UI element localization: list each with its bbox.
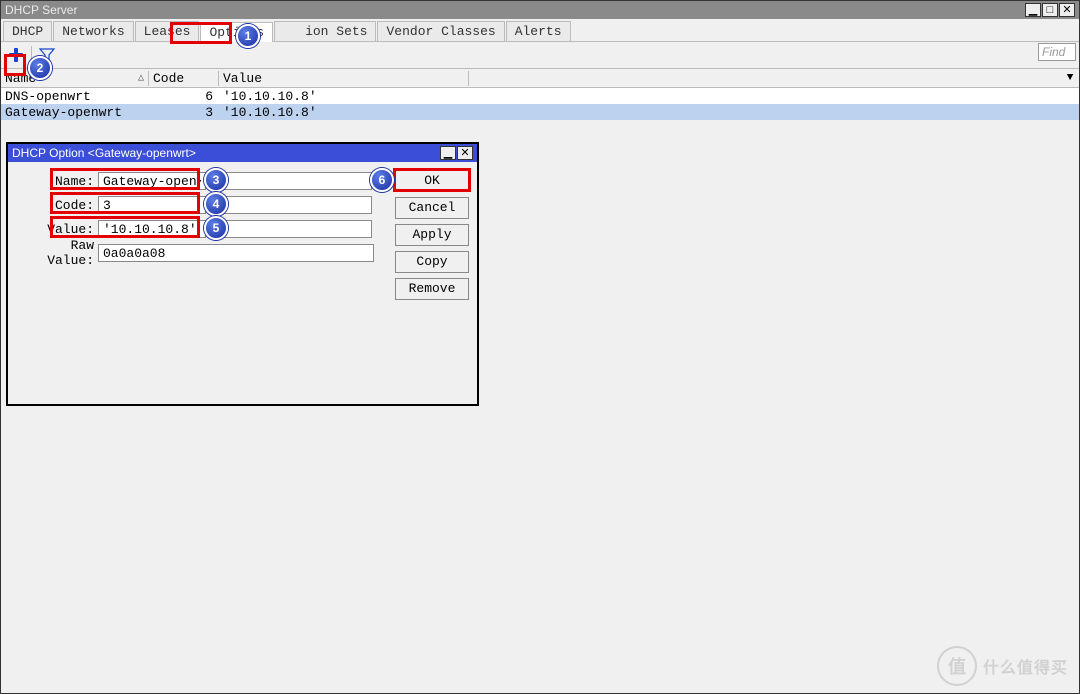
col-code[interactable]: Code — [149, 71, 219, 86]
ok-button[interactable]: OK — [395, 170, 469, 192]
cell-name: DNS-openwrt — [1, 89, 149, 104]
add-button[interactable] — [7, 46, 25, 64]
dialog-titlebar: DHCP Option <Gateway-openwrt> ▁ ✕ — [8, 144, 477, 162]
tab-vendor-classes[interactable]: Vendor Classes — [377, 21, 504, 41]
value-field[interactable] — [98, 220, 206, 238]
plus-icon — [8, 47, 24, 63]
dialog-title: DHCP Option <Gateway-openwrt> — [12, 146, 196, 160]
window-title: DHCP Server — [5, 3, 77, 17]
dialog-body: Name: Code: Value: Raw Value: OK Cancel … — [8, 162, 477, 274]
tab-option-sets[interactable]: ion Sets — [274, 21, 376, 41]
cell-value: '10.10.10.8' — [219, 89, 1079, 104]
tab-leases[interactable]: Leases — [135, 21, 200, 41]
minimize-button[interactable]: ▁ — [1025, 3, 1041, 17]
name-label: Name: — [18, 174, 98, 189]
remove-button[interactable]: Remove — [395, 278, 469, 300]
col-value[interactable]: Value — [219, 71, 469, 86]
apply-button[interactable]: Apply — [395, 224, 469, 246]
tab-networks[interactable]: Networks — [53, 21, 133, 41]
value-field-ext[interactable] — [212, 220, 372, 238]
cell-name: Gateway-openwrt — [1, 105, 149, 120]
cell-code: 3 — [149, 105, 219, 120]
table-row[interactable]: DNS-openwrt 6 '10.10.10.8' — [1, 88, 1079, 104]
maximize-button[interactable]: □ — [1042, 3, 1058, 17]
tabs-bar: DHCP Networks Leases Options ion Sets Ve… — [1, 19, 1079, 42]
watermark-text: 什么值得买 — [983, 654, 1068, 678]
sort-asc-icon: △ — [138, 72, 144, 84]
col-name-label: Name — [5, 71, 36, 86]
funnel-icon — [39, 47, 55, 63]
value-label: Value: — [18, 222, 98, 237]
dialog-close-button[interactable]: ✕ — [457, 146, 473, 160]
close-button[interactable]: ✕ — [1059, 3, 1075, 17]
find-input[interactable]: Find — [1038, 43, 1076, 61]
column-menu-button[interactable]: ▼ — [1061, 72, 1079, 84]
watermark: 值 什么值得买 — [937, 646, 1068, 686]
dhcp-option-dialog: DHCP Option <Gateway-openwrt> ▁ ✕ Name: … — [6, 142, 479, 406]
code-field-ext[interactable] — [212, 196, 372, 214]
raw-value-label: Raw Value: — [18, 238, 98, 268]
table-row[interactable]: Gateway-openwrt 3 '10.10.10.8' — [1, 104, 1079, 120]
cancel-button[interactable]: Cancel — [395, 197, 469, 219]
tab-options[interactable]: Options — [200, 22, 273, 42]
col-name[interactable]: Name △ — [1, 71, 149, 86]
dialog-minimize-button[interactable]: ▁ — [440, 146, 456, 160]
tab-alerts[interactable]: Alerts — [506, 21, 571, 41]
name-field[interactable] — [98, 172, 206, 190]
tab-dhcp[interactable]: DHCP — [3, 21, 52, 41]
raw-value-field[interactable] — [98, 244, 374, 262]
filter-button[interactable] — [38, 46, 56, 64]
dialog-button-column: OK Cancel Apply Copy Remove — [395, 170, 469, 305]
cell-code: 6 — [149, 89, 219, 104]
toolbar — [1, 42, 1079, 68]
table-header: Name △ Code Value ▼ — [1, 69, 1079, 88]
options-table: Name △ Code Value ▼ DNS-openwrt 6 '10.10… — [1, 68, 1079, 120]
divider — [31, 46, 32, 64]
code-field[interactable] — [98, 196, 206, 214]
code-label: Code: — [18, 198, 98, 213]
name-field-ext[interactable] — [212, 172, 372, 190]
copy-button[interactable]: Copy — [395, 251, 469, 273]
watermark-badge: 值 — [937, 646, 977, 686]
titlebar: DHCP Server ▁ □ ✕ — [1, 1, 1079, 19]
cell-value: '10.10.10.8' — [219, 105, 1079, 120]
